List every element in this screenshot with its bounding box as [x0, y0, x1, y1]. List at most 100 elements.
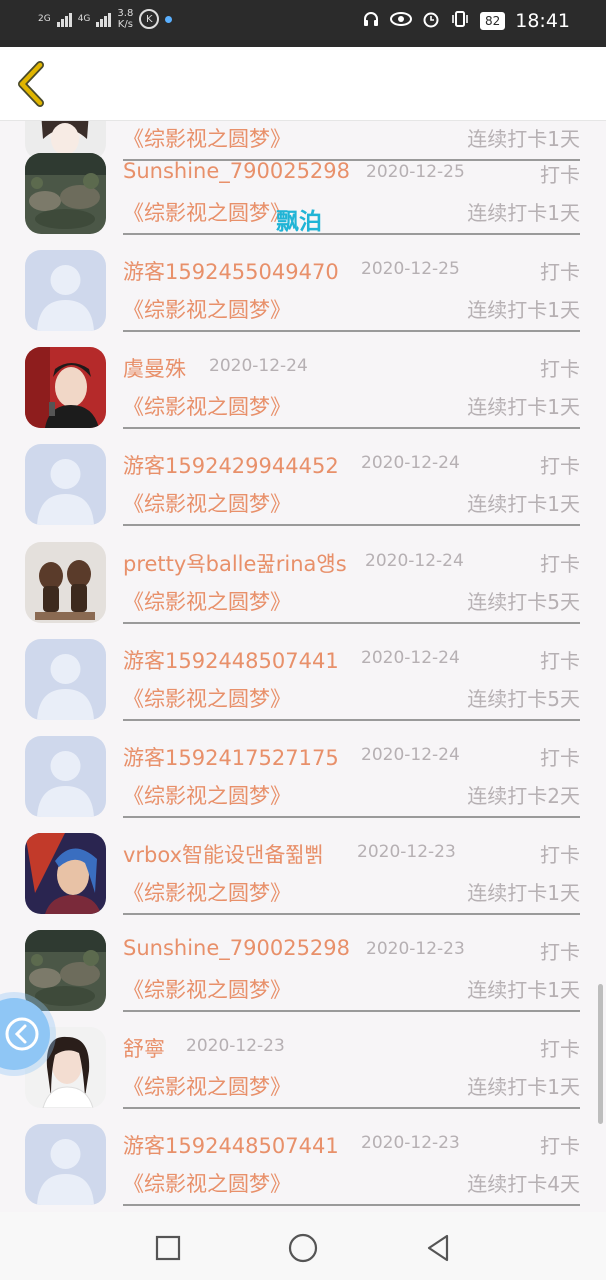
checkin-label: 打卡: [540, 1134, 580, 1158]
checkin-label: 打卡: [540, 260, 580, 284]
checkin-date: 2020-12-23: [186, 1036, 285, 1056]
book-title: 《综影视之圆梦》: [123, 784, 291, 808]
row-divider: [123, 1204, 580, 1206]
avatar[interactable]: [25, 153, 106, 234]
default-avatar[interactable]: [25, 736, 106, 817]
checkin-date: 2020-12-24: [209, 356, 308, 376]
checkin-label: 打卡: [540, 1037, 580, 1061]
checkin-label: 打卡: [540, 649, 580, 673]
checkin-label: 打卡: [540, 940, 580, 964]
user-name: 虞曼殊: [123, 357, 186, 381]
user-name: 舒寧: [123, 1037, 165, 1061]
home-button[interactable]: [285, 1230, 321, 1266]
list-item[interactable]: vrbox智能设댄备쮦삙 2020-12-23 打卡 《综影视之圆梦》 连续打卡…: [0, 817, 606, 915]
list-item[interactable]: 游客1592455049470 2020-12-25 打卡 《综影视之圆梦》 连…: [0, 234, 606, 332]
checkin-label: 打卡: [540, 454, 580, 478]
list-item[interactable]: pretty욕balle꿆rina얭s 2020-12-24 打卡 《综影视之圆…: [0, 526, 606, 624]
scrollbar[interactable]: [598, 984, 603, 1124]
list-item[interactable]: 虞曼殊 2020-12-24 打卡 《综影视之圆梦》 连续打卡1天: [0, 331, 606, 429]
list-item[interactable]: 游客1592448507441 2020-12-24 打卡 《综影视之圆梦》 连…: [0, 623, 606, 721]
checkin-date: 2020-12-24: [361, 453, 460, 473]
list-item[interactable]: 游客1592417527175 2020-12-24 打卡 《综影视之圆梦》 连…: [0, 720, 606, 818]
checkin-date: 2020-12-24: [361, 648, 460, 668]
book-title: 《综影视之圆梦》: [123, 687, 291, 711]
default-avatar[interactable]: [25, 639, 106, 720]
system-nav-bar: [0, 1212, 606, 1280]
eye-icon: [389, 11, 412, 31]
book-title: 《综影视之圆梦》: [123, 395, 291, 419]
user-name: 游客1592448507441: [123, 649, 339, 673]
book-title: 《综影视之圆梦》: [123, 298, 291, 322]
checkin-date: 2020-12-23: [366, 939, 465, 959]
checkin-date: 2020-12-24: [361, 745, 460, 765]
back-triangle-icon: [427, 1234, 449, 1262]
net-speed-unit: K/s: [117, 19, 133, 30]
default-avatar[interactable]: [25, 250, 106, 331]
streak-count: 连续打卡1天: [467, 881, 580, 905]
list-item[interactable]: 游客1592429944452 2020-12-24 打卡 《综影视之圆梦》 连…: [0, 428, 606, 526]
user-name: 游客1592417527175: [123, 746, 339, 770]
checkin-list: 《综影视之圆梦》 连续打卡1天 Sunshine_790025298 2020-…: [0, 120, 606, 1212]
net-speed-value: 3.8: [117, 8, 134, 19]
back-button[interactable]: [14, 61, 54, 107]
recents-button[interactable]: [150, 1230, 186, 1266]
user-name: pretty욕balle꿆rina얭s: [123, 552, 347, 576]
user-name: Sunshine_790025298: [123, 159, 351, 183]
streak-count: 连续打卡1天: [467, 395, 580, 419]
vibrate-icon: [450, 10, 470, 32]
streak-count: 连续打卡1天: [467, 1075, 580, 1099]
checkin-label: 打卡: [540, 357, 580, 381]
signal-icon-2: [96, 11, 112, 27]
status-right: 82 18:41: [362, 10, 570, 32]
signal-icon: [56, 11, 72, 27]
avatar[interactable]: [25, 833, 106, 914]
checkin-date: 2020-12-25: [361, 259, 460, 279]
chevron-left-icon: [18, 61, 44, 107]
user-name: 游客1592429944452: [123, 454, 339, 478]
net-speed: 3.8 K/s: [117, 8, 133, 30]
book-title: 《综影视之圆梦》: [123, 590, 291, 614]
avatar[interactable]: [25, 542, 106, 623]
list-item[interactable]: 舒寧 2020-12-23 打卡 《综影视之圆梦》 连续打卡1天: [0, 1011, 606, 1109]
top-app-bar: [0, 47, 606, 121]
avatar[interactable]: [25, 347, 106, 428]
status-left: 2G 4G 3.8 K/s K: [38, 8, 173, 30]
streak-count: 连续打卡1天: [467, 298, 580, 322]
alarm-icon: [422, 10, 440, 32]
book-title: 《综影视之圆梦》: [123, 881, 291, 905]
net-type-4g: 4G: [77, 14, 91, 24]
recents-square-icon: [155, 1235, 181, 1261]
checkin-label: 打卡: [540, 163, 580, 187]
checkin-date: 2020-12-23: [361, 1133, 460, 1153]
avatar[interactable]: [25, 930, 106, 1011]
book-title: 《综影视之圆梦》: [123, 1075, 291, 1099]
home-circle-icon: [288, 1233, 318, 1263]
checkin-label: 打卡: [540, 552, 580, 576]
nav-back-button[interactable]: [420, 1230, 456, 1266]
streak-count: 连续打卡1天: [467, 978, 580, 1002]
streak-count: 连续打卡2天: [467, 784, 580, 808]
streak-count: 连续打卡5天: [467, 687, 580, 711]
clock: 18:41: [515, 10, 570, 32]
watermark-text: 飘泊: [276, 209, 322, 235]
checkin-label: 打卡: [540, 843, 580, 867]
list-item[interactable]: Sunshine_790025298 2020-12-23 打卡 《综影视之圆梦…: [0, 914, 606, 1012]
chevron-left-circle-icon: [5, 1017, 39, 1051]
checkin-label: 打卡: [540, 746, 580, 770]
default-avatar[interactable]: [25, 1124, 106, 1205]
streak-count: 连续打卡5天: [467, 590, 580, 614]
streak-count: 连续打卡1天: [467, 201, 580, 225]
list-item[interactable]: 游客1592448507441 2020-12-23 打卡 《综影视之圆梦》 连…: [0, 1108, 606, 1206]
book-title: 《综影视之圆梦》: [123, 978, 291, 1002]
streak-count: 连续打卡4天: [467, 1172, 580, 1196]
book-title: 《综影视之圆梦》: [123, 492, 291, 516]
user-name: vrbox智能设댄备쮦삙: [123, 843, 324, 867]
checkin-date: 2020-12-24: [365, 551, 464, 571]
battery-indicator: 82: [479, 12, 506, 30]
user-name: 游客1592448507441: [123, 1134, 339, 1158]
net-type-2g: 2G: [38, 14, 51, 24]
streak-count: 连续打卡1天: [467, 492, 580, 516]
checkin-date: 2020-12-25: [366, 162, 465, 182]
book-title: 《综影视之圆梦》: [123, 1172, 291, 1196]
default-avatar[interactable]: [25, 444, 106, 525]
